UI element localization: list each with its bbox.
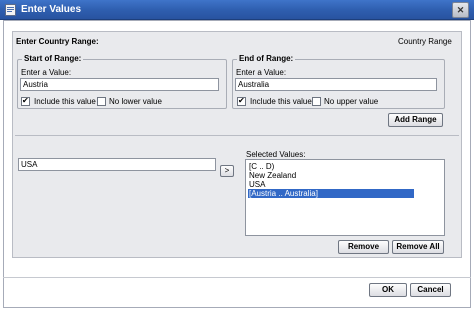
end-range-legend: End of Range:: [237, 54, 296, 63]
selected-values-list[interactable]: [C .. D) New Zealand USA [Austria .. Aus…: [245, 159, 445, 236]
list-item[interactable]: New Zealand: [248, 171, 414, 180]
ok-button[interactable]: OK: [369, 283, 407, 297]
end-value-prompt: Enter a Value:: [236, 68, 287, 77]
window-title: Enter Values: [21, 4, 82, 15]
panel-title: Enter Country Range:: [16, 37, 99, 46]
footer-separator: [3, 277, 471, 278]
value-entry-input[interactable]: USA: [18, 158, 216, 171]
panel-divider: [15, 135, 459, 136]
remove-all-button[interactable]: Remove All: [392, 240, 444, 254]
close-icon: ✕: [456, 5, 465, 15]
panel-type-label: Country Range: [398, 37, 452, 46]
document-icon: [5, 4, 16, 16]
no-lower-value-label: No lower value: [109, 97, 162, 106]
close-button[interactable]: ✕: [452, 2, 469, 18]
end-include-label: Include this value: [250, 97, 312, 106]
list-item-selected[interactable]: [Austria .. Australia]: [248, 189, 414, 198]
list-item[interactable]: USA: [248, 180, 414, 189]
end-include-checkbox[interactable]: [237, 96, 246, 106]
selected-values-label: Selected Values:: [246, 150, 306, 159]
list-item[interactable]: [C .. D): [248, 162, 414, 171]
move-right-button[interactable]: >: [220, 165, 234, 177]
title-bar: Enter Values ✕: [0, 0, 474, 20]
no-lower-value-checkbox[interactable]: [97, 97, 106, 106]
remove-button[interactable]: Remove: [338, 240, 389, 254]
no-upper-value-checkbox[interactable]: [312, 97, 321, 106]
no-upper-value-label: No upper value: [324, 97, 379, 106]
start-value-prompt: Enter a Value:: [21, 68, 72, 77]
start-value-input[interactable]: Austria: [20, 78, 219, 91]
cancel-button[interactable]: Cancel: [410, 283, 451, 297]
start-include-label: Include this value: [34, 97, 96, 106]
start-include-checkbox[interactable]: [21, 96, 30, 106]
add-range-button[interactable]: Add Range: [388, 113, 443, 127]
end-value-input[interactable]: Australia: [235, 78, 437, 91]
start-range-legend: Start of Range:: [22, 54, 84, 63]
